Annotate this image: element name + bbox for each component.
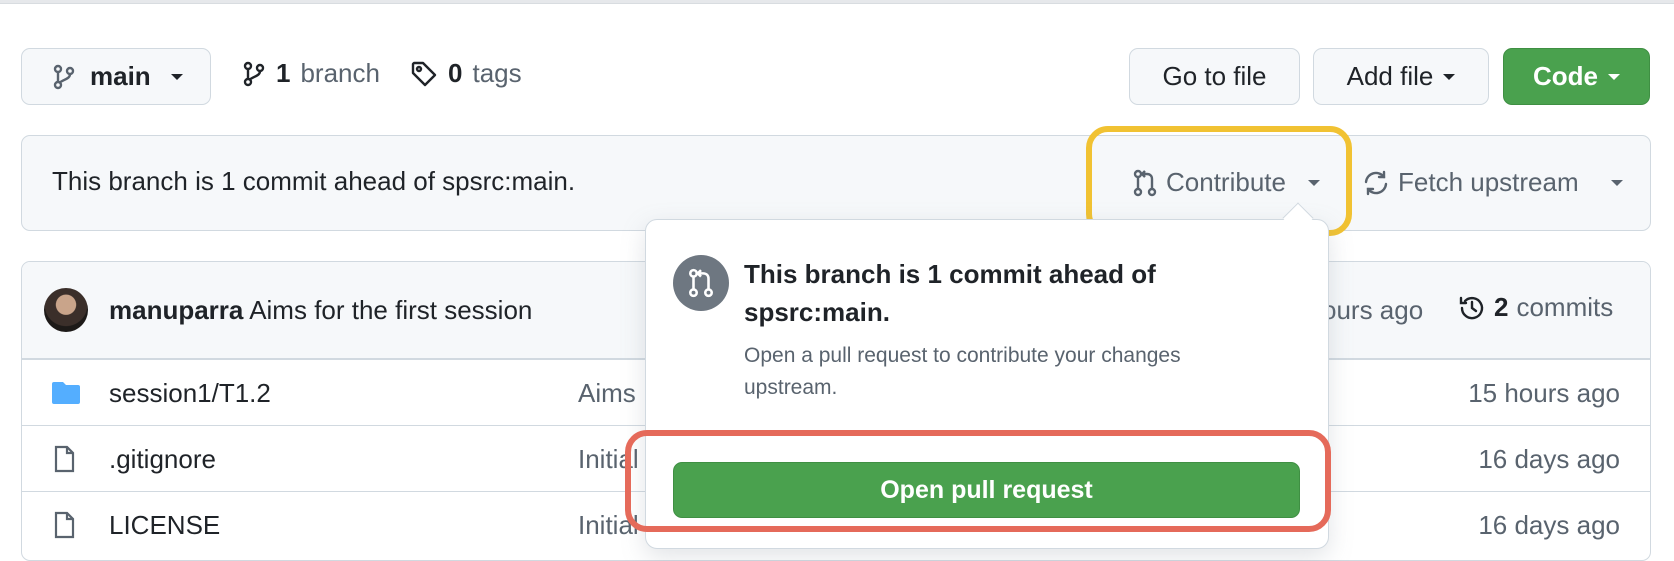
tag-word: tags: [472, 58, 522, 88]
tag-count: 0: [448, 58, 463, 88]
sync-icon: [1362, 169, 1390, 197]
chevron-down-icon: [1608, 73, 1620, 80]
file-time: 15 hours ago: [1468, 378, 1620, 408]
popover-title: This branch is 1 commit ahead of spsrc:m…: [744, 259, 1156, 327]
chevron-down-icon: [1610, 179, 1623, 186]
branch-name: main: [90, 61, 151, 91]
avatar[interactable]: [44, 288, 88, 332]
add-file-button[interactable]: Add file: [1313, 48, 1489, 105]
branch-word: branch: [300, 58, 380, 88]
chevron-down-icon: [1443, 73, 1456, 80]
chevron-down-icon: [170, 73, 183, 80]
popover-description: Open a pull request to contribute your c…: [744, 344, 1181, 399]
file-name[interactable]: LICENSE: [109, 510, 220, 541]
commit-text[interactable]: Aims for the first session: [249, 295, 532, 325]
file-time: 16 days ago: [1478, 510, 1620, 540]
go-to-file-label: Go to file: [1162, 61, 1267, 91]
code-button[interactable]: Code: [1503, 48, 1650, 105]
tag-icon: [410, 60, 438, 88]
go-to-file-button[interactable]: Go to file: [1129, 48, 1300, 105]
folder-icon: [50, 378, 82, 411]
add-file-label: Add file: [1346, 61, 1434, 91]
file-name[interactable]: .gitignore: [109, 444, 216, 475]
file-commit-message[interactable]: Aims: [578, 378, 636, 409]
branch-select-button[interactable]: main: [21, 48, 211, 105]
open-pull-request-highlight: [625, 430, 1331, 532]
fetch-upstream-label: Fetch upstream: [1398, 167, 1579, 197]
top-divider: [0, 0, 1674, 4]
code-label: Code: [1533, 61, 1598, 91]
commit-author[interactable]: manuparra: [109, 295, 243, 325]
commit-time: ours ago: [1322, 295, 1424, 325]
file-icon: [50, 444, 78, 479]
branch-count: 1: [276, 58, 291, 88]
commit-word: commits: [1516, 292, 1614, 322]
pull-request-icon: [673, 255, 729, 311]
file-name[interactable]: session1/T1.2: [109, 378, 271, 409]
tags-link[interactable]: 0 tags: [410, 58, 522, 89]
latest-commit-message[interactable]: manuparra Aims for the first session: [109, 295, 532, 326]
file-icon: [50, 510, 78, 545]
history-icon: [1458, 294, 1486, 322]
git-branch-icon: [52, 64, 76, 90]
branches-link[interactable]: 1 branch: [242, 58, 380, 89]
commits-history-link[interactable]: 2 commits: [1458, 292, 1613, 323]
fetch-upstream-button[interactable]: Fetch upstream: [1362, 167, 1623, 198]
file-time: 16 days ago: [1478, 444, 1620, 474]
branch-status-text: This branch is 1 commit ahead of spsrc:m…: [52, 166, 576, 196]
commit-count: 2: [1494, 292, 1509, 322]
git-branch-icon: [242, 61, 266, 87]
